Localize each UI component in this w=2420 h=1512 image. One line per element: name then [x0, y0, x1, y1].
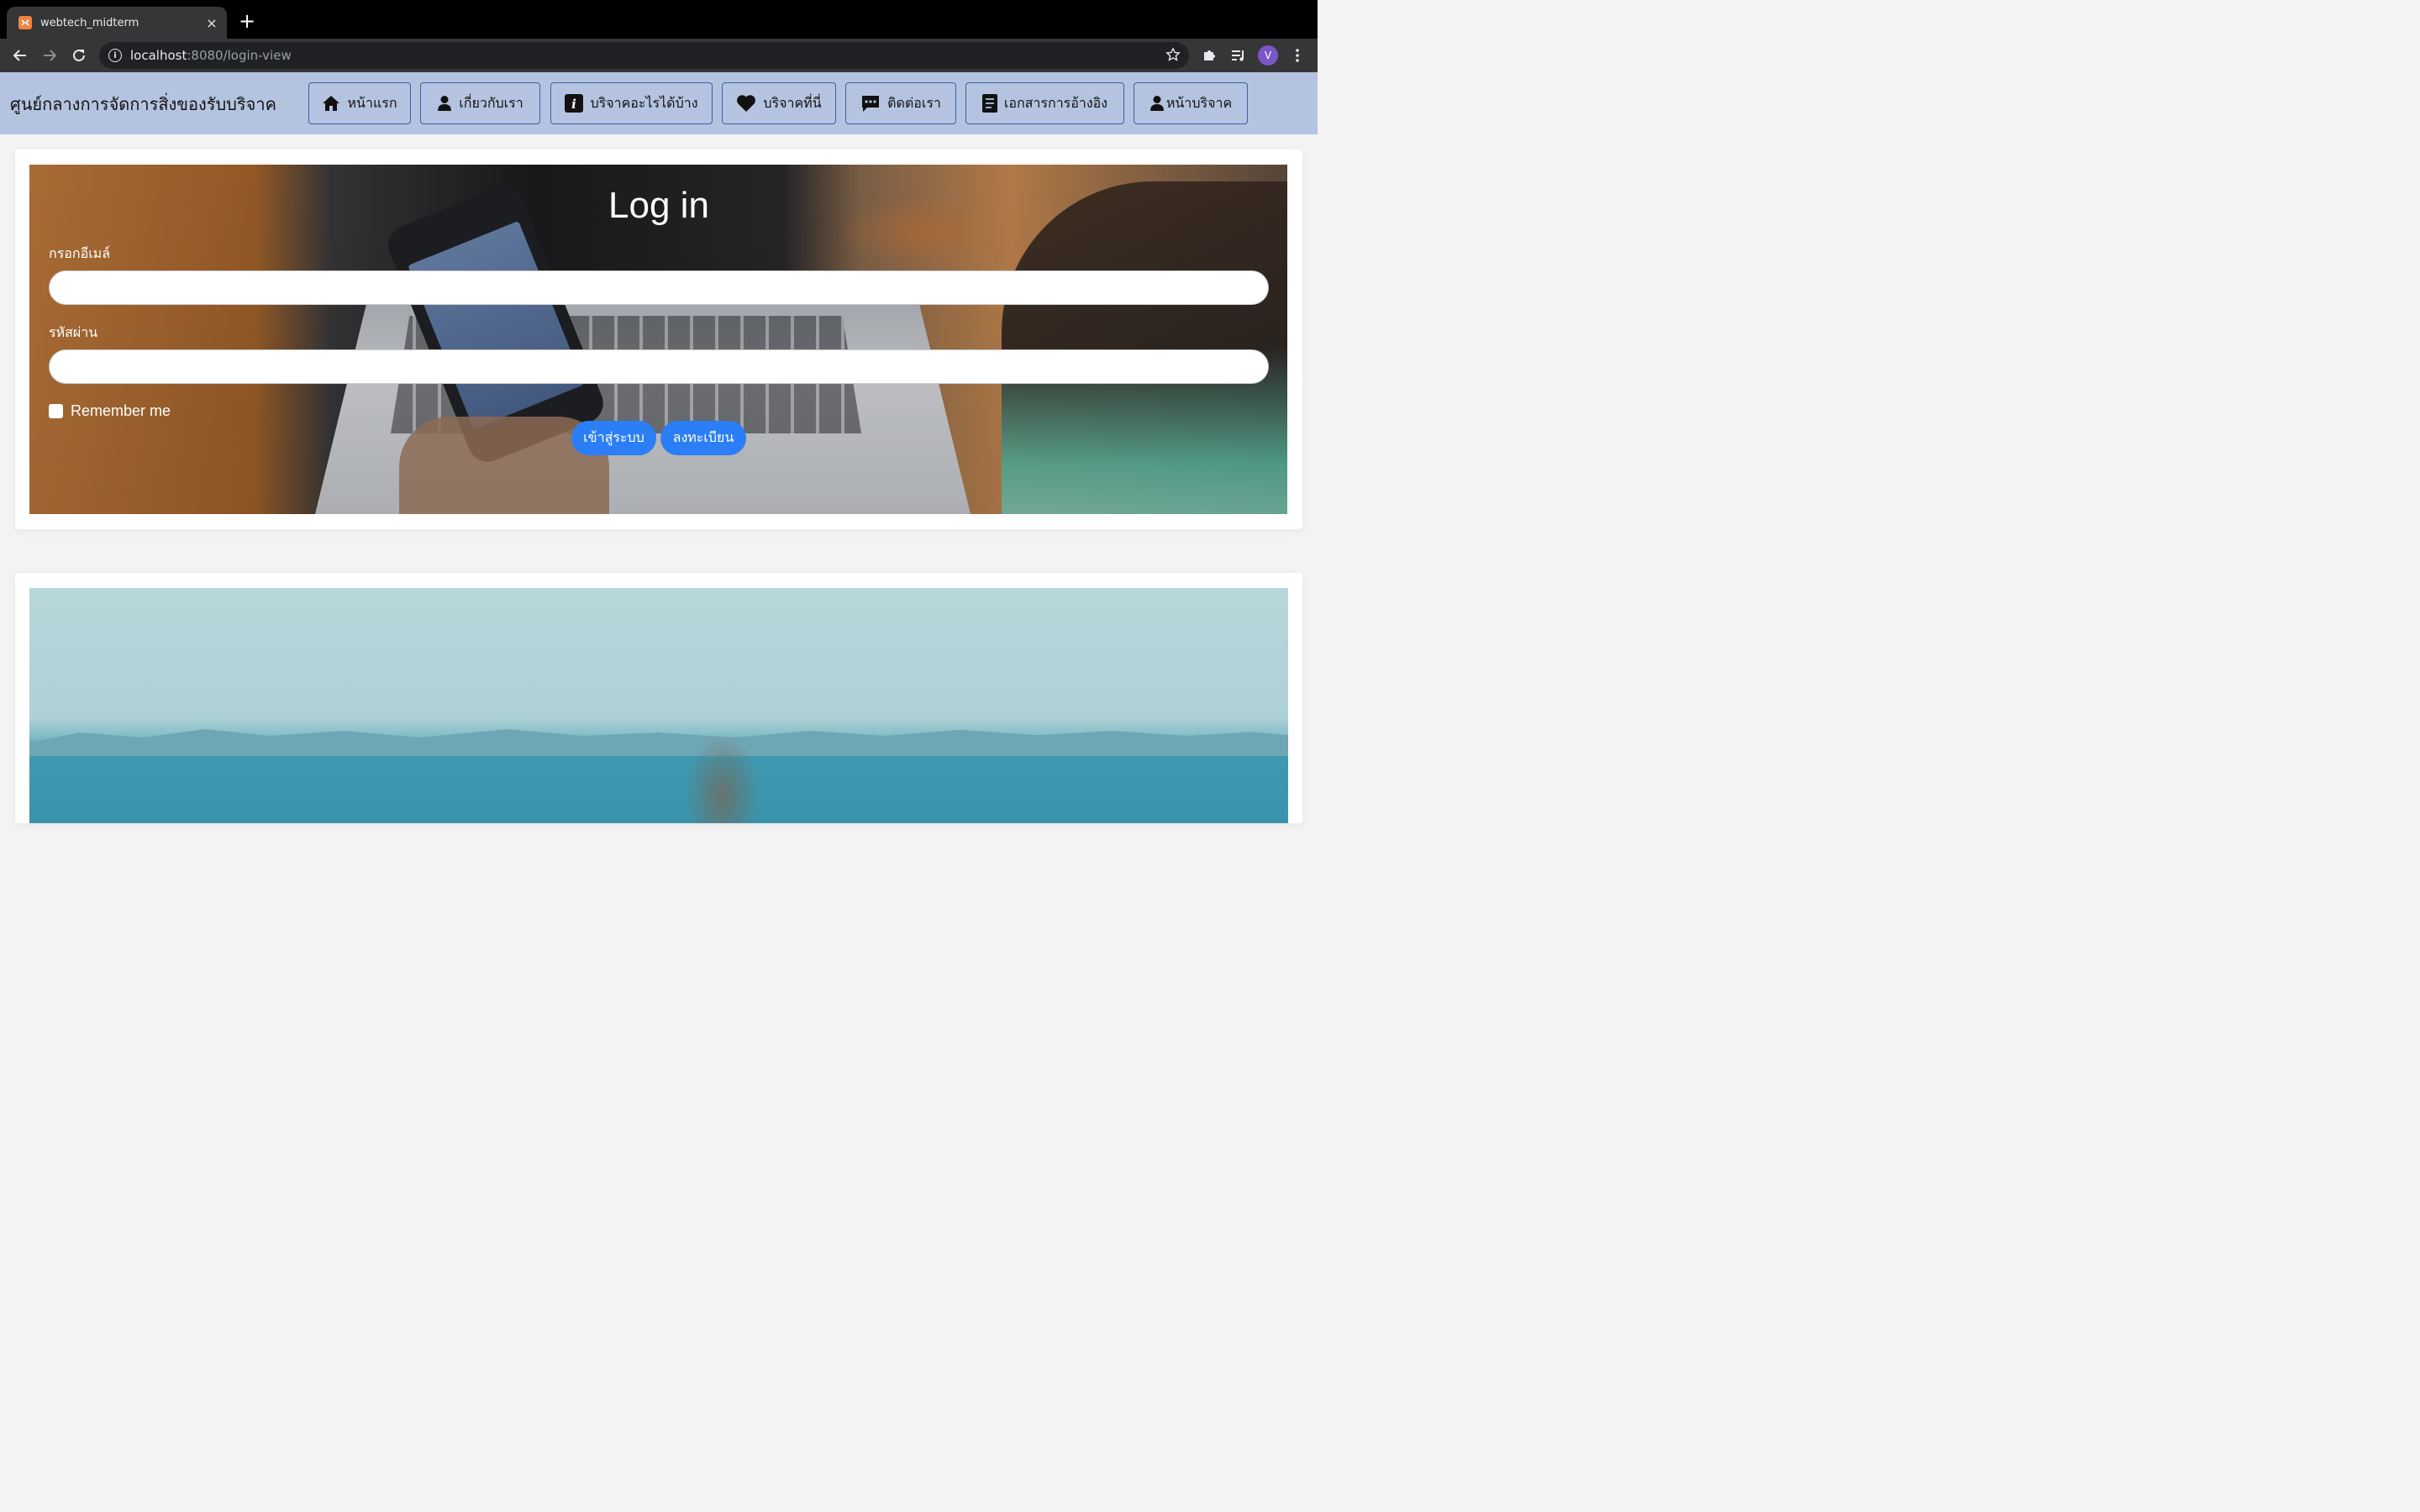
- nav-item-label: ติดต่อเรา: [887, 94, 941, 111]
- nav-item-label: บริจาคอะไรได้บ้าง: [590, 94, 698, 111]
- playlist-icon: [1232, 50, 1244, 61]
- password-label: รหัสผ่าน: [49, 324, 98, 340]
- new-tab-button[interactable]: +: [236, 10, 258, 32]
- tab-title: webtech_midterm: [40, 16, 139, 29]
- favicon-icon: [18, 16, 32, 29]
- chat-icon: [862, 96, 880, 112]
- site-brand[interactable]: ศูนย์กลางการจัดการสิ่งของรับบริจาค: [10, 91, 276, 118]
- info-icon-glyph: i: [572, 97, 577, 112]
- forward-arrow-icon: [44, 50, 57, 61]
- register-button[interactable]: ลงทะเบียน: [660, 421, 746, 455]
- reload-button[interactable]: [67, 44, 91, 67]
- tab-close-icon[interactable]: ×: [200, 15, 224, 31]
- nav-item-contact[interactable]: ติดต่อเรา: [845, 82, 956, 124]
- browser-menu-button[interactable]: [1286, 44, 1309, 67]
- home-icon: [323, 96, 340, 111]
- nav-item-home[interactable]: หน้าแรก: [308, 82, 411, 124]
- nav-item-donation-items[interactable]: i บริจาคอะไรได้บ้าง: [550, 82, 713, 124]
- nav-item-label: หน้าบริจาค: [1165, 94, 1233, 111]
- remember-checkbox[interactable]: [49, 404, 63, 418]
- browser-tab[interactable]: webtech_midterm ×: [7, 7, 227, 39]
- nav-item-label: บริจาคที่นี่: [763, 94, 822, 111]
- password-field[interactable]: [49, 349, 1269, 384]
- puzzle-icon: [1204, 50, 1215, 60]
- address-bar[interactable]: i localhost:8080/login-view: [99, 42, 1189, 69]
- info-icon: i: [565, 94, 584, 113]
- site-navbar: ศูนย์กลางการจัดการสิ่งของรับบริจาค หน้าแ…: [0, 72, 1318, 134]
- remember-me[interactable]: Remember me: [49, 402, 171, 420]
- bookmark-star-icon[interactable]: [1165, 47, 1181, 66]
- media-control-button[interactable]: [1227, 44, 1250, 67]
- browser-tabstrip: webtech_midterm × +: [0, 0, 1318, 39]
- document-icon: [981, 94, 997, 113]
- avatar: V: [1258, 45, 1278, 66]
- plant-shape: [685, 731, 760, 823]
- url-text[interactable]: localhost:8080/login-view: [130, 48, 292, 63]
- kebab-menu-icon: [1296, 49, 1299, 62]
- nav-item-donation-page[interactable]: หน้าบริจาค: [1134, 82, 1248, 124]
- login-title: Log in: [608, 185, 709, 226]
- remember-label: Remember me: [71, 402, 171, 419]
- nav-item-references[interactable]: เอกสารการอ้างอิง: [965, 82, 1124, 124]
- nav-item-label: หน้าแรก: [347, 94, 397, 111]
- site-info-icon[interactable]: i: [108, 49, 122, 62]
- url-host: localhost: [130, 48, 187, 63]
- heart-icon: [737, 95, 756, 112]
- user-icon: [1150, 96, 1164, 111]
- back-button[interactable]: [8, 44, 32, 67]
- url-path: :8080/login-view: [187, 48, 292, 63]
- nav-item-about[interactable]: เกี่ยวกับเรา: [420, 82, 540, 124]
- nav-item-label: เอกสารการอ้างอิง: [1003, 94, 1108, 111]
- nav-item-donate-here[interactable]: บริจาคที่นี่: [722, 82, 836, 124]
- mountains-shape: [29, 729, 1288, 756]
- forward-button[interactable]: [38, 44, 61, 67]
- profile-button[interactable]: V: [1256, 44, 1280, 67]
- browser-toolbar: i localhost:8080/login-view V: [0, 39, 1318, 72]
- nav-item-label: เกี่ยวกับเรา: [459, 94, 523, 111]
- email-label: กรอกอีเมล์: [49, 245, 111, 261]
- back-arrow-icon: [13, 50, 26, 61]
- reload-icon: [73, 49, 85, 61]
- login-button[interactable]: เข้าสู่ระบบ: [571, 421, 656, 455]
- extensions-button[interactable]: [1197, 44, 1221, 67]
- email-field[interactable]: [49, 270, 1269, 305]
- user-icon: [438, 96, 452, 111]
- scenery-image: [29, 588, 1288, 823]
